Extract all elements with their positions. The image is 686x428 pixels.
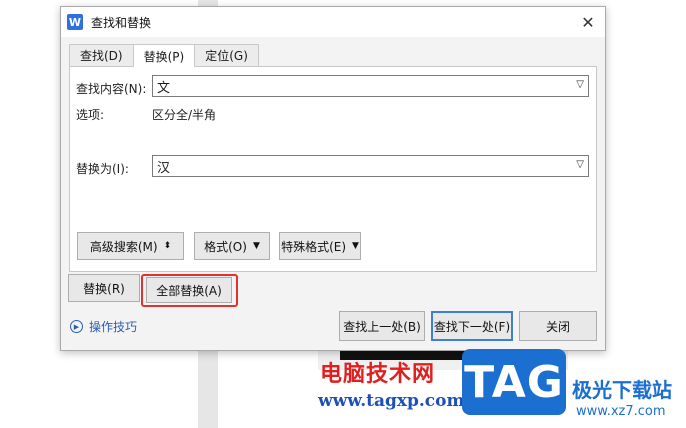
- play-circle-icon: ▶: [70, 320, 83, 333]
- replace-button[interactable]: 替换(R): [68, 274, 140, 302]
- find-next-button[interactable]: 查找下一处(F): [431, 311, 513, 341]
- watermark-logo-name: 极光下载站: [572, 378, 672, 402]
- tips-link[interactable]: ▶ 操作技巧: [70, 318, 137, 335]
- background-left: [0, 0, 60, 428]
- replace-panel: 查找内容(N): 文 ▽ 选项: 区分全/半角 替换为(I): 汉 ▽ 高级搜索…: [69, 66, 597, 272]
- find-replace-dialog: W 查找和替换 ✕ 查找(D) 替换(P) 定位(G) 查找内容(N): 文 ▽…: [60, 6, 606, 351]
- replace-label: 替换为(I):: [76, 162, 129, 176]
- special-format-label: 特殊格式(E): [281, 239, 347, 254]
- find-input[interactable]: 文 ▽: [152, 75, 589, 97]
- format-button[interactable]: 格式(O) ▼: [194, 232, 270, 260]
- find-previous-button[interactable]: 查找上一处(B): [339, 311, 425, 341]
- replace-input-value: 汉: [157, 160, 171, 176]
- tips-label: 操作技巧: [89, 320, 138, 334]
- wps-writer-icon: W: [67, 14, 83, 30]
- find-input-value: 文: [157, 80, 171, 96]
- dialog-title: 查找和替换: [91, 15, 152, 30]
- options-value: 区分全/半角: [152, 108, 217, 122]
- watermark-site-url: www.tagxp.com: [318, 391, 465, 411]
- chevron-down-icon[interactable]: ▽: [576, 79, 584, 90]
- advanced-search-label: 高级搜索(M): [89, 239, 158, 254]
- watermark-site-name: 电脑技术网: [320, 362, 436, 387]
- dropdown-caret-icon: ▼: [352, 241, 359, 251]
- dialog-titlebar: W 查找和替换 ✕: [61, 7, 605, 37]
- watermark-logo: TAG: [462, 349, 566, 415]
- advanced-search-button[interactable]: 高级搜索(M) ⬍: [77, 232, 184, 260]
- dropdown-caret-icon: ▼: [252, 241, 260, 251]
- tab-goto[interactable]: 定位(G): [194, 44, 259, 66]
- tab-find[interactable]: 查找(D): [69, 44, 134, 66]
- dropdown-caret-icon: ⬍: [163, 241, 172, 251]
- watermark-logo-url: www.xz7.com: [576, 404, 666, 419]
- options-label: 选项:: [76, 108, 105, 122]
- special-format-button[interactable]: 特殊格式(E) ▼: [279, 232, 361, 260]
- close-button[interactable]: 关闭: [519, 311, 597, 341]
- tab-replace[interactable]: 替换(P): [132, 44, 196, 67]
- replace-all-button[interactable]: 全部替换(A): [146, 277, 232, 303]
- close-icon[interactable]: ✕: [579, 13, 597, 32]
- replace-input[interactable]: 汉 ▽: [152, 155, 589, 177]
- format-label: 格式(O): [204, 239, 247, 254]
- find-label: 查找内容(N):: [76, 82, 147, 96]
- chevron-down-icon[interactable]: ▽: [576, 159, 584, 170]
- dialog-tabs: 查找(D) 替换(P) 定位(G): [69, 44, 259, 67]
